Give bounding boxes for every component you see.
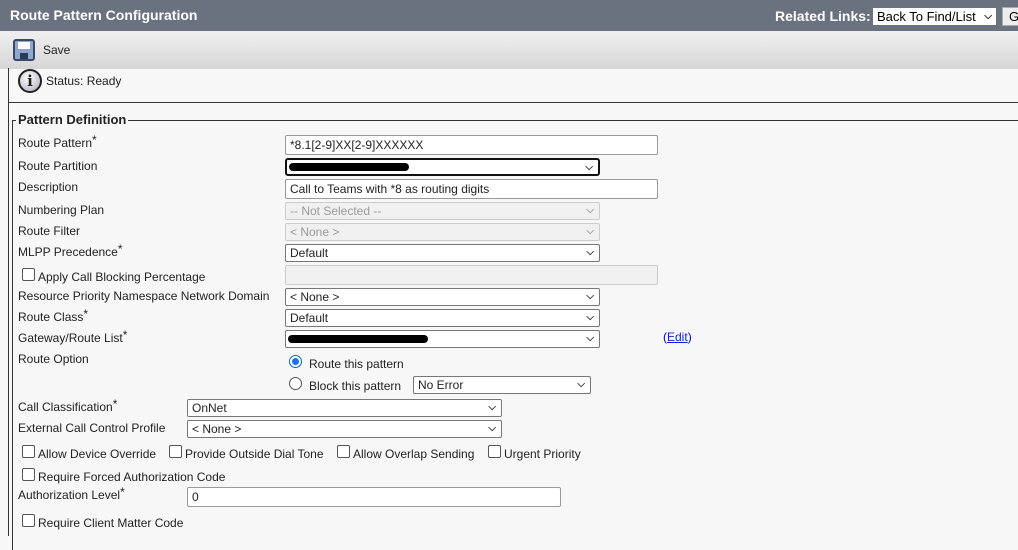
outside-dial-tone-checkbox[interactable] — [169, 445, 182, 458]
route-filter-label: Route Filter — [18, 224, 81, 238]
chevron-down-icon: ⌵ — [586, 247, 594, 258]
client-matter-label: Require Client Matter Code — [38, 516, 184, 530]
go-button[interactable]: G — [1002, 7, 1018, 26]
gateway-label: Gateway/Route List* — [18, 328, 128, 345]
chevron-down-icon: ⌵ — [586, 291, 594, 302]
outside-dial-tone-label: Provide Outside Dial Tone — [185, 447, 324, 461]
auth-level-input[interactable]: 0 — [187, 487, 561, 507]
edit-link[interactable]: Edit — [667, 330, 688, 344]
block-reason-select[interactable]: No Error ⌵ — [413, 376, 591, 394]
route-partition-label: Route Partition — [18, 159, 98, 173]
route-option-label: Route Option — [18, 352, 89, 366]
gateway-select[interactable]: ⌵ — [285, 330, 600, 348]
chevron-down-icon: ⌵ — [488, 402, 496, 413]
route-filter-select: < None > ⌵ — [285, 223, 600, 241]
call-blocking-label: Apply Call Blocking Percentage — [38, 270, 206, 284]
mlpp-select[interactable]: Default ⌵ — [285, 244, 600, 262]
save-icon[interactable] — [13, 39, 35, 61]
route-partition-select[interactable]: ⌵ — [285, 158, 600, 176]
call-blocking-input — [285, 265, 658, 285]
route-this-pattern-label: Route this pattern — [309, 357, 404, 371]
page-title: Route Pattern Configuration — [10, 7, 198, 23]
urgent-priority-label: Urgent Priority — [504, 447, 581, 461]
toolbar — [0, 31, 1018, 69]
forced-auth-checkbox[interactable] — [22, 468, 35, 481]
route-pattern-input[interactable]: *8.1[2-9]XX[2-9]XXXXXX — [285, 135, 658, 155]
save-button[interactable]: Save — [43, 43, 70, 57]
block-this-pattern-radio[interactable] — [289, 377, 302, 390]
related-links-value: Back To Find/List — [877, 9, 976, 24]
ext-profile-label: External Call Control Profile — [18, 421, 166, 435]
numbering-plan-select: -- Not Selected -- ⌵ — [285, 202, 600, 220]
status-box — [8, 68, 1018, 103]
forced-auth-label: Require Forced Authorization Code — [38, 470, 226, 484]
call-classification-label: Call Classification* — [18, 397, 118, 414]
chevron-down-icon: ⌵ — [984, 11, 992, 22]
redacted-value — [289, 163, 409, 171]
chevron-down-icon: ⌵ — [586, 312, 594, 323]
chevron-down-icon: ⌵ — [585, 162, 593, 173]
info-icon: i — [18, 69, 42, 93]
frame-border — [8, 68, 9, 536]
chevron-down-icon: ⌵ — [488, 423, 496, 434]
route-class-select[interactable]: Default ⌵ — [285, 309, 600, 327]
section-legend: Pattern Definition — [16, 112, 129, 127]
chevron-down-icon: ⌵ — [586, 205, 594, 216]
chevron-down-icon: ⌵ — [586, 333, 594, 344]
description-input[interactable]: Call to Teams with *8 as routing digits — [285, 179, 658, 199]
numbering-plan-label: Numbering Plan — [18, 203, 105, 217]
allow-device-override-checkbox[interactable] — [22, 445, 35, 458]
overlap-sending-label: Allow Overlap Sending — [353, 447, 475, 461]
chevron-down-icon: ⌵ — [577, 379, 585, 390]
block-this-pattern-label: Block this pattern — [309, 379, 402, 393]
redacted-value — [288, 335, 428, 343]
rpn-domain-select[interactable]: < None > ⌵ — [285, 288, 600, 306]
rpn-domain-label: Resource Priority Namespace Network Doma… — [18, 289, 270, 303]
chevron-down-icon: ⌵ — [586, 226, 594, 237]
route-class-label: Route Class* — [18, 307, 89, 324]
urgent-priority-checkbox[interactable] — [488, 445, 501, 458]
gateway-edit-link[interactable]: (Edit) — [663, 330, 692, 344]
related-links-select[interactable]: Back To Find/List ⌵ — [873, 8, 996, 25]
auth-level-label: Authorization Level* — [18, 485, 125, 502]
route-pattern-label: Route Pattern* — [18, 133, 97, 150]
allow-device-override-label: Allow Device Override — [38, 447, 157, 461]
overlap-sending-checkbox[interactable] — [337, 445, 350, 458]
client-matter-checkbox[interactable] — [22, 514, 35, 527]
related-links-label: Related Links: — [775, 8, 871, 24]
ext-profile-select[interactable]: < None > ⌵ — [187, 420, 502, 438]
route-this-pattern-radio[interactable] — [289, 355, 302, 368]
status-text: Status: Ready — [46, 74, 122, 88]
call-classification-select[interactable]: OnNet ⌵ — [187, 399, 502, 417]
call-blocking-checkbox[interactable] — [22, 268, 35, 281]
mlpp-label: MLPP Precedence* — [18, 242, 123, 259]
description-label: Description — [18, 180, 79, 194]
